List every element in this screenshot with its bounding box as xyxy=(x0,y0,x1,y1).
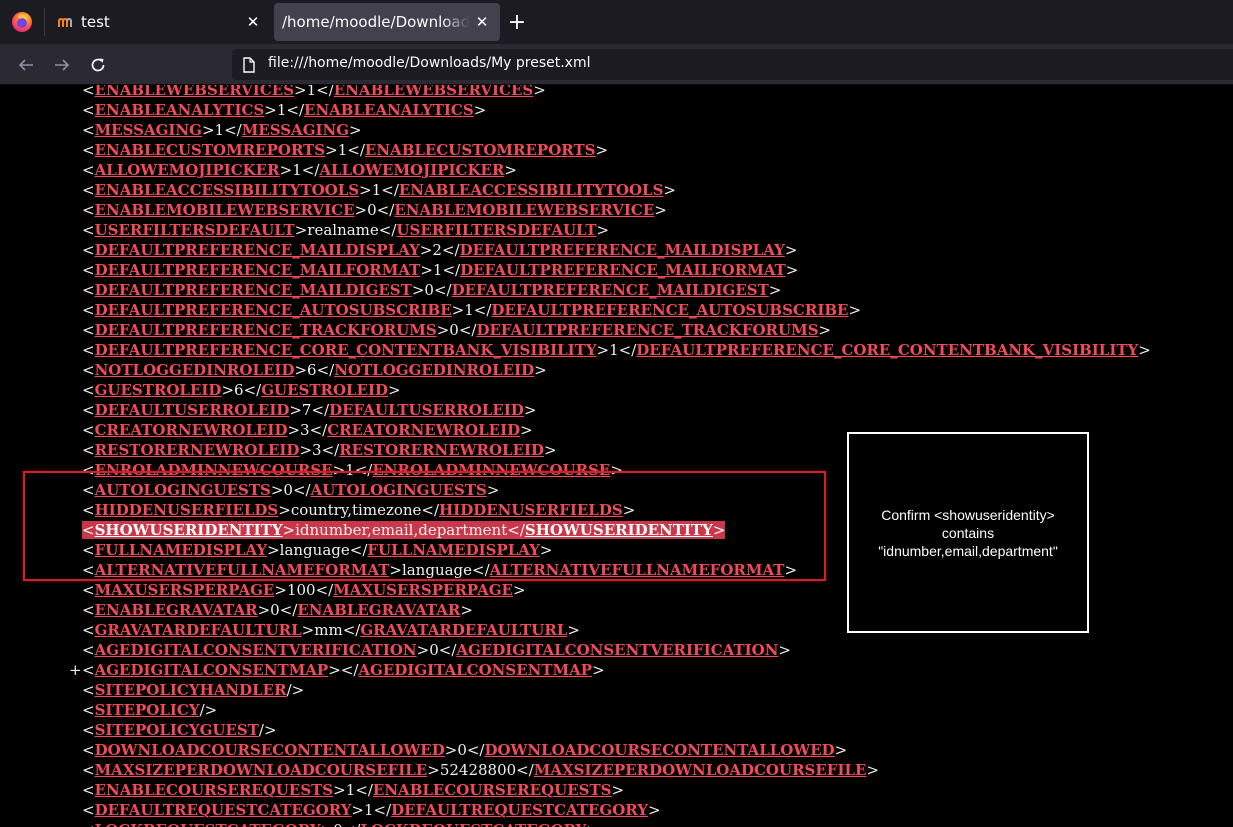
nav-bar: file:///home/moodle/Downloads/My preset.… xyxy=(0,44,1233,85)
xml-line-partial: <ENABLEWEBSERVICES>1</ENABLEWEBSERVICES> xyxy=(82,85,546,99)
highlighted-element: <SHOWUSERIDENTITY>idnumber,email,departm… xyxy=(82,521,726,539)
xml-line-defaultpreference_mailformat: <DEFAULTPREFERENCE_MAILFORMAT>1</DEFAULT… xyxy=(82,261,799,279)
xml-line-defaultpreference_core_contentbank_visibility: <DEFAULTPREFERENCE_CORE_CONTENTBANK_VISI… xyxy=(82,341,1151,359)
xml-line-sitepolicyhandler: <SITEPOLICYHANDLER/> xyxy=(82,681,305,699)
arrow-right-icon xyxy=(55,59,70,71)
url-text: file:///home/moodle/Downloads/My preset.… xyxy=(268,55,591,71)
xml-line-defaultuserroleid: <DEFAULTUSERROLEID>7</DEFAULTUSERROLEID> xyxy=(82,401,537,419)
close-icon[interactable]: ✕ xyxy=(241,10,265,34)
moodle-icon xyxy=(57,14,75,30)
expand-toggle[interactable]: + xyxy=(69,660,82,680)
firefox-icon[interactable] xyxy=(11,11,33,33)
xml-line-notloggedinroleid: <NOTLOGGEDINROLEID>6</NOTLOGGEDINROLEID> xyxy=(82,361,547,379)
tab-strip: test ✕ /home/moodle/Downloads/My preset.… xyxy=(0,0,1233,44)
xml-line-defaultrequestcategory: <DEFAULTREQUESTCATEGORY>1</DEFAULTREQUES… xyxy=(82,801,661,819)
reload-button[interactable] xyxy=(83,50,113,80)
xml-line-agedigitalconsentverification: <AGEDIGITALCONSENTVERIFICATION>0</AGEDIG… xyxy=(82,641,791,659)
xml-line-enablecustomreports: <ENABLECUSTOMREPORTS>1</ENABLECUSTOMREPO… xyxy=(82,141,609,159)
new-tab-button[interactable]: + xyxy=(503,8,531,36)
forward-button[interactable] xyxy=(47,50,77,80)
callout-text: Confirm <showuseridentity> contains "idn… xyxy=(878,506,1058,559)
url-bar[interactable]: file:///home/moodle/Downloads/My preset.… xyxy=(232,49,1233,80)
arrow-left-icon xyxy=(18,59,33,71)
callout-box: Confirm <showuseridentity> contains "idn… xyxy=(847,432,1089,633)
xml-line-enablemobilewebservice: <ENABLEMOBILEWEBSERVICE>0</ENABLEMOBILEW… xyxy=(82,201,667,219)
xml-line-guestroleid: <GUESTROLEID>6</GUESTROLEID> xyxy=(82,381,401,399)
xml-line-lockrequestcategory: <LOCKREQUESTCATEGORY>0</LOCKREQUESTCATEG… xyxy=(0,820,1233,827)
reload-icon xyxy=(91,58,105,72)
xml-line-defaultpreference_autosubscribe: <DEFAULTPREFERENCE_AUTOSUBSCRIBE>1</DEFA… xyxy=(82,301,862,319)
xml-line-enablecourserequests: <ENABLECOURSEREQUESTS>1</ENABLECOURSEREQ… xyxy=(82,781,625,799)
xml-line-messaging: <MESSAGING>1</MESSAGING> xyxy=(82,121,362,139)
xml-line-sitepolicy: <SITEPOLICY/> xyxy=(82,701,218,719)
xml-line-defaultpreference_trackforums: <DEFAULTPREFERENCE_TRACKFORUMS>0</DEFAUL… xyxy=(82,321,832,339)
xml-line-downloadcoursecontentallowed: <DOWNLOADCOURSECONTENTALLOWED>0</DOWNLOA… xyxy=(82,741,848,759)
close-icon[interactable]: ✕ xyxy=(470,10,494,34)
xml-line-sitepolicyguest: <SITEPOLICYGUEST/> xyxy=(82,721,277,739)
tab-title: /home/moodle/Downloads/My preset.xml xyxy=(282,13,470,31)
tab-title: test xyxy=(81,13,110,31)
xml-viewer: <ENABLEWEBSERVICES>1</ENABLEWEBSERVICES>… xyxy=(0,85,1233,827)
xml-line-allowemojipicker: <ALLOWEMOJIPICKER>1</ALLOWEMOJIPICKER> xyxy=(82,161,517,179)
page-icon xyxy=(243,57,255,73)
back-button[interactable] xyxy=(11,50,41,80)
xml-line-defaultpreference_maildigest: <DEFAULTPREFERENCE_MAILDIGEST>0</DEFAULT… xyxy=(82,281,782,299)
tab-active-preset[interactable]: /home/moodle/Downloads/My preset.xml ✕ xyxy=(274,3,500,41)
xml-line-defaultpreference_maildisplay: <DEFAULTPREFERENCE_MAILDISPLAY>2</DEFAUL… xyxy=(82,241,798,259)
xml-line-maxsizeperdownloadcoursefile: <MAXSIZEPERDOWNLOADCOURSEFILE>52428800</… xyxy=(82,761,880,779)
xml-line-enableanalytics: <ENABLEANALYTICS>1</ENABLEANALYTICS> xyxy=(82,101,487,119)
xml-line-userfiltersdefault: <USERFILTERSDEFAULT>realname</USERFILTER… xyxy=(82,221,610,239)
xml-line-enableaccessibilitytools: <ENABLEACCESSIBILITYTOOLS>1</ENABLEACCES… xyxy=(82,181,676,199)
tab-test[interactable]: test ✕ xyxy=(45,3,271,41)
xml-line-agedigitalconsentmap: + <AGEDIGITALCONSENTMAP></AGEDIGITALCONSE… xyxy=(69,660,605,680)
